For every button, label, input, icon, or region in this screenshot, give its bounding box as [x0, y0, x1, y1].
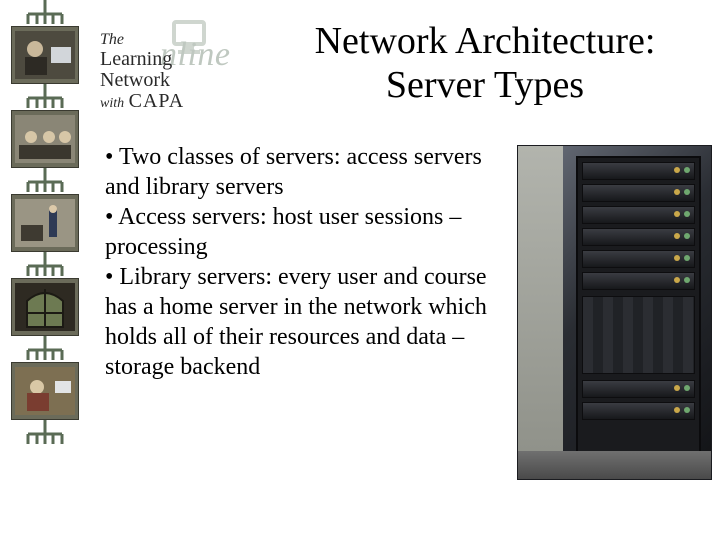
body-text: • Two classes of servers: access servers… — [105, 142, 505, 382]
title-line-2: Server Types — [270, 64, 700, 108]
logo: nline The Learning Network with CAPA — [100, 24, 260, 124]
sidebar-thumb-5 — [11, 362, 79, 420]
logo-with: with — [100, 96, 124, 111]
logo-learning: Learning — [100, 49, 184, 70]
sidebar-thumb-3 — [11, 194, 79, 252]
bullet-2: • Access servers: host user sessions – p… — [105, 204, 461, 260]
logo-the: The — [100, 32, 184, 49]
bullet-3: • Library servers: every user and course… — [105, 264, 487, 380]
logo-network: Network — [100, 70, 184, 91]
sidebar-thumb-1 — [11, 26, 79, 84]
server-rack-photo — [517, 145, 712, 480]
page-title: Network Architecture: Server Types — [270, 20, 700, 107]
bullet-1: • Two classes of servers: access servers… — [105, 144, 482, 200]
connector-icon — [0, 336, 90, 362]
connector-icon — [0, 420, 90, 446]
connector-icon — [0, 252, 90, 278]
connector-icon — [0, 0, 90, 26]
sidebar-thumb-4 — [11, 278, 79, 336]
connector-icon — [0, 84, 90, 110]
title-line-1: Network Architecture: — [270, 20, 700, 64]
logo-text: The Learning Network with CAPA — [100, 32, 184, 112]
logo-capa: CAPA — [129, 90, 185, 112]
connector-icon — [0, 168, 90, 194]
sidebar — [0, 0, 90, 540]
sidebar-thumb-2 — [11, 110, 79, 168]
